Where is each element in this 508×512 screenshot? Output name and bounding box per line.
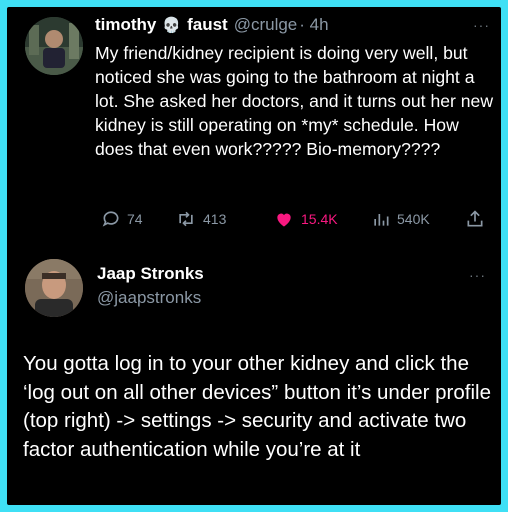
reply-count: 74: [127, 211, 143, 227]
skull-icon: 💀: [162, 17, 182, 34]
view-count: 540K: [397, 211, 430, 227]
tweet-text: My friend/kidney recipient is doing very…: [95, 43, 494, 159]
handle[interactable]: @crulge: [234, 15, 298, 35]
avatar[interactable]: [25, 259, 83, 317]
share-button[interactable]: [465, 207, 485, 231]
display-name[interactable]: Jaap Stronks: [97, 264, 204, 284]
heart-icon: [277, 213, 291, 227]
display-name[interactable]: timothy: [95, 15, 156, 35]
reply-button[interactable]: 74: [101, 207, 143, 231]
tweet-actions: 74 413 15.4K 540K: [95, 207, 491, 231]
retweet-button[interactable]: 413: [175, 207, 226, 231]
retweet-count: 413: [203, 211, 227, 227]
avatar[interactable]: [25, 17, 83, 75]
timestamp[interactable]: · 4h: [299, 15, 328, 35]
more-options-icon[interactable]: ···: [469, 267, 486, 283]
views-icon: [374, 214, 389, 226]
like-button[interactable]: 15.4K: [273, 207, 338, 231]
tweet-text: You gotta log in to your other kidney an…: [23, 352, 491, 461]
retweet-icon: [179, 211, 193, 227]
screenshot-frame: timothy 💀 faust @crulge · 4h ··· My frien…: [7, 7, 501, 505]
share-icon: [467, 210, 483, 227]
display-name-suffix[interactable]: faust: [187, 15, 228, 35]
reply-icon: [102, 211, 119, 227]
tweet-header: timothy 💀 faust @crulge · 4h: [95, 15, 329, 35]
handle[interactable]: @jaapstronks: [97, 288, 201, 308]
views-button[interactable]: 540K: [371, 207, 430, 231]
like-count: 15.4K: [301, 211, 338, 227]
more-options-icon[interactable]: ···: [473, 17, 490, 33]
